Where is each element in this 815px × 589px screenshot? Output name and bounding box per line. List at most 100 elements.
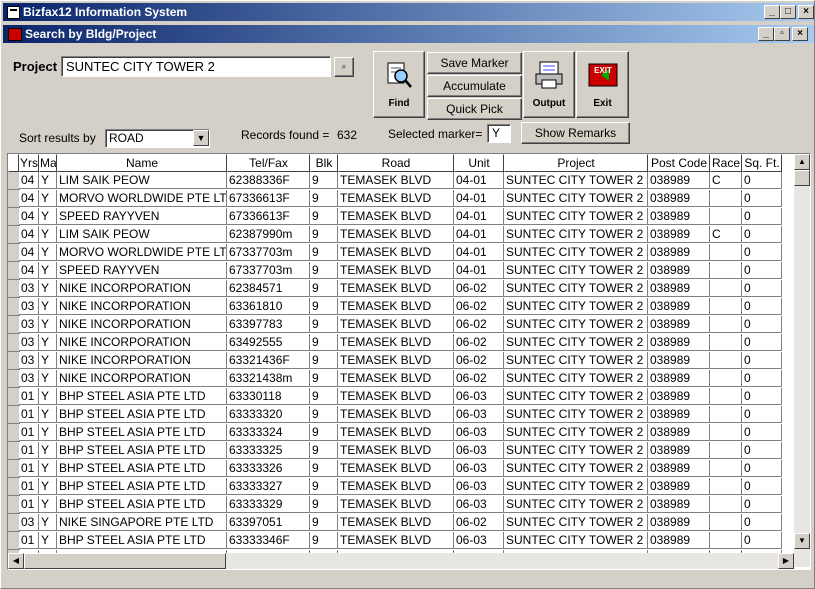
cell-road[interactable]: TEMASEK BLVD: [338, 262, 454, 279]
cell-post-code[interactable]: 038989: [648, 442, 710, 459]
cell-tel-fax[interactable]: 63333325: [227, 442, 310, 459]
scroll-down-icon[interactable]: ▼: [794, 533, 810, 549]
cell-blk[interactable]: 9: [310, 460, 338, 477]
cell-unit[interactable]: 06-02: [454, 514, 504, 531]
cell-ma[interactable]: Y: [39, 514, 57, 531]
mdi-close-button[interactable]: ×: [792, 27, 808, 41]
cell-blk[interactable]: 9: [310, 316, 338, 333]
column-header-race[interactable]: Race: [710, 154, 742, 172]
cell-sq-ft[interactable]: 0: [742, 190, 782, 207]
cell-yrs[interactable]: 01: [19, 442, 39, 459]
cell-road[interactable]: TEMASEK BLVD: [338, 316, 454, 333]
scroll-left-icon[interactable]: ◀: [8, 553, 24, 569]
vertical-scroll-thumb[interactable]: [794, 170, 810, 186]
cell-ma[interactable]: Y: [39, 442, 57, 459]
cell-ma[interactable]: Y: [39, 172, 57, 189]
cell-ma[interactable]: Y: [39, 532, 57, 549]
cell-road[interactable]: TEMASEK BLVD: [338, 172, 454, 189]
cell-unit[interactable]: 06-03: [454, 406, 504, 423]
cell-road[interactable]: TEMASEK BLVD: [338, 532, 454, 549]
cell-tel-fax[interactable]: 63492555: [227, 334, 310, 351]
cell-ma[interactable]: Y: [39, 262, 57, 279]
cell-blk[interactable]: 9: [310, 442, 338, 459]
cell-project[interactable]: SUNTEC CITY TOWER 2: [504, 190, 648, 207]
cell-post-code[interactable]: 038989: [648, 514, 710, 531]
cell-race[interactable]: [710, 514, 742, 531]
cell-name[interactable]: SPEED RAYYVEN: [57, 262, 227, 279]
cell-name[interactable]: BHP STEEL ASIA PTE LTD: [57, 478, 227, 495]
cell-blk[interactable]: 9: [310, 352, 338, 369]
cell-tel-fax[interactable]: 63361810: [227, 298, 310, 315]
cell-post-code[interactable]: 038989: [648, 478, 710, 495]
cell-blk[interactable]: 9: [310, 298, 338, 315]
cell-road[interactable]: TEMASEK BLVD: [338, 298, 454, 315]
cell-yrs[interactable]: 01: [19, 388, 39, 405]
cell-blk[interactable]: 9: [310, 208, 338, 225]
cell-post-code[interactable]: 038989: [648, 370, 710, 387]
cell-post-code[interactable]: 038989: [648, 532, 710, 549]
cell-blk[interactable]: 9: [310, 370, 338, 387]
mdi-titlebar[interactable]: Search by Bldg/Project _ ▫ ×: [3, 25, 814, 43]
cell-post-code[interactable]: 038989: [648, 172, 710, 189]
cell-yrs[interactable]: 03: [19, 316, 39, 333]
cell-race[interactable]: [710, 262, 742, 279]
save-marker-button[interactable]: Save Marker: [427, 52, 522, 74]
cell-race[interactable]: [710, 460, 742, 477]
cell-post-code[interactable]: 038989: [648, 190, 710, 207]
cell-unit[interactable]: 06-02: [454, 352, 504, 369]
column-header-post-code[interactable]: Post Code: [648, 154, 710, 172]
column-header-yrs[interactable]: Yrs: [19, 154, 39, 172]
cell-unit[interactable]: 06-03: [454, 496, 504, 513]
cell-unit[interactable]: 06-02: [454, 298, 504, 315]
cell-ma[interactable]: Y: [39, 226, 57, 243]
cell-tel-fax[interactable]: 62388336F: [227, 172, 310, 189]
cell-unit[interactable]: 04-01: [454, 226, 504, 243]
cell-sq-ft[interactable]: 0: [742, 370, 782, 387]
cell-sq-ft[interactable]: 0: [742, 514, 782, 531]
cell-post-code[interactable]: 038989: [648, 388, 710, 405]
cell-tel-fax[interactable]: 67336613F: [227, 190, 310, 207]
chevron-down-icon[interactable]: ▼: [193, 130, 209, 146]
cell-road[interactable]: TEMASEK BLVD: [338, 190, 454, 207]
cell-sq-ft[interactable]: 0: [742, 442, 782, 459]
cell-project[interactable]: SUNTEC CITY TOWER 2: [504, 514, 648, 531]
cell-post-code[interactable]: 038989: [648, 280, 710, 297]
cell-sq-ft[interactable]: 0: [742, 244, 782, 261]
cell-name[interactable]: NIKE INCORPORATION: [57, 298, 227, 315]
cell-tel-fax[interactable]: 63321438m: [227, 370, 310, 387]
cell-blk[interactable]: 9: [310, 172, 338, 189]
cell-sq-ft[interactable]: 0: [742, 208, 782, 225]
cell-yrs[interactable]: 04: [19, 262, 39, 279]
cell-sq-ft[interactable]: 0: [742, 316, 782, 333]
cell-tel-fax[interactable]: 63333324: [227, 424, 310, 441]
cell-blk[interactable]: 9: [310, 514, 338, 531]
cell-post-code[interactable]: 038989: [648, 352, 710, 369]
project-input[interactable]: SUNTEC CITY TOWER 2: [61, 56, 331, 77]
cell-project[interactable]: SUNTEC CITY TOWER 2: [504, 388, 648, 405]
output-button[interactable]: Output: [523, 51, 575, 118]
cell-tel-fax[interactable]: 67337703m: [227, 262, 310, 279]
cell-name[interactable]: SPEED RAYYVEN: [57, 208, 227, 225]
find-button[interactable]: Find: [373, 51, 425, 118]
cell-tel-fax[interactable]: 62387990m: [227, 226, 310, 243]
cell-name[interactable]: BHP STEEL ASIA PTE LTD: [57, 442, 227, 459]
app-titlebar[interactable]: Bizfax12 Information System _ □ ×: [3, 3, 814, 21]
sort-select[interactable]: ROAD ▼: [105, 129, 210, 148]
cell-project[interactable]: SUNTEC CITY TOWER 2: [504, 460, 648, 477]
column-header-ma[interactable]: Ma: [39, 154, 57, 172]
cell-blk[interactable]: 9: [310, 262, 338, 279]
cell-sq-ft[interactable]: 0: [742, 280, 782, 297]
cell-sq-ft[interactable]: 0: [742, 298, 782, 315]
quick-pick-button[interactable]: Quick Pick: [427, 98, 522, 120]
cell-sq-ft[interactable]: 0: [742, 496, 782, 513]
cell-tel-fax[interactable]: 63397051: [227, 514, 310, 531]
cell-race[interactable]: [710, 316, 742, 333]
cell-road[interactable]: TEMASEK BLVD: [338, 388, 454, 405]
cell-project[interactable]: SUNTEC CITY TOWER 2: [504, 316, 648, 333]
cell-road[interactable]: TEMASEK BLVD: [338, 514, 454, 531]
cell-sq-ft[interactable]: 0: [742, 172, 782, 189]
cell-yrs[interactable]: 03: [19, 334, 39, 351]
cell-yrs[interactable]: 03: [19, 298, 39, 315]
cell-unit[interactable]: 06-03: [454, 532, 504, 549]
cell-race[interactable]: [710, 298, 742, 315]
